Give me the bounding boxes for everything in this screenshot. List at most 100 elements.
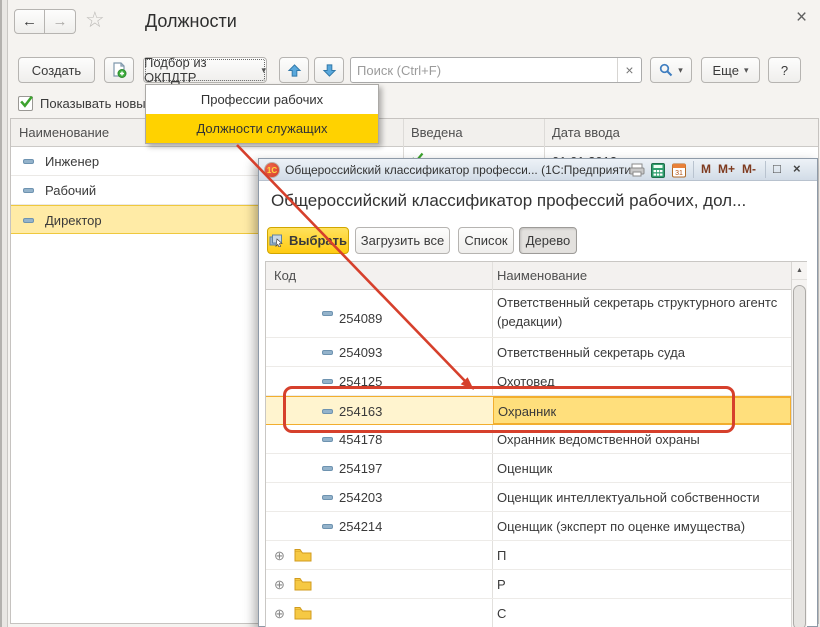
pick-dropdown-menu: Профессии рабочих Должности служащих: [145, 84, 379, 144]
1c-logo-icon: 1С: [264, 162, 280, 178]
code-cell: 254093: [339, 345, 382, 360]
column-header-introduced[interactable]: Введена: [411, 125, 463, 140]
calendar-icon[interactable]: 31: [672, 163, 686, 178]
classifier-group-row[interactable]: ⊕ П: [266, 541, 791, 570]
name-cell-line1: Ответственный секретарь структурного аге…: [497, 295, 777, 310]
group-name-cell: Р: [497, 577, 506, 592]
pick-from-okpdtr-button[interactable]: Подбор из ОКПДТР ▾: [143, 57, 267, 83]
search-icon: [659, 63, 673, 77]
list-view-button[interactable]: Список: [458, 227, 514, 254]
list-item-icon: [23, 188, 34, 193]
code-cell: 254203: [339, 490, 382, 505]
search-options-button[interactable]: ▾: [650, 57, 692, 83]
scroll-up-icon[interactable]: ▲: [792, 262, 807, 280]
column-header-name[interactable]: Наименование: [19, 125, 109, 140]
expand-icon[interactable]: ⊕: [274, 607, 285, 620]
list-item-icon: [23, 159, 34, 164]
dialog-heading: Общероссийский классификатор профессий р…: [271, 191, 746, 211]
menu-item-worker-professions[interactable]: Профессии рабочих: [146, 85, 378, 114]
position-name: Инженер: [45, 154, 99, 169]
classifier-row[interactable]: 254125 Охотовед: [266, 367, 791, 396]
column-header-name[interactable]: Наименование: [497, 268, 587, 283]
dropdown-caret-icon: ▾: [744, 65, 749, 76]
window-left-edge: [0, 0, 8, 627]
classifier-row[interactable]: 254214 Оценщик (эксперт по оценке имущес…: [266, 512, 791, 541]
move-up-button[interactable]: [279, 57, 309, 83]
classifier-group-row[interactable]: ⊕ Р: [266, 570, 791, 599]
back-button[interactable]: ←: [14, 9, 45, 34]
folder-icon: [294, 606, 312, 620]
code-cell: 254125: [339, 374, 382, 389]
menu-item-employee-positions[interactable]: Должности служащих: [146, 114, 378, 143]
position-name: Директор: [45, 213, 102, 228]
column-header-entry-date[interactable]: Дата ввода: [552, 125, 620, 140]
selected-name-cell: Охранник: [493, 397, 791, 424]
more-button[interactable]: Еще ▾: [701, 57, 760, 83]
dialog-title: Общероссийский классификатор професси...…: [285, 163, 642, 177]
show-predefined-checkbox[interactable]: [18, 96, 33, 111]
list-item-icon: [322, 409, 333, 414]
memory-minus-button[interactable]: M-: [742, 162, 756, 176]
list-view-label: Список: [464, 233, 507, 248]
dropdown-caret-icon: ▾: [678, 65, 683, 76]
classifier-group-row[interactable]: ⊕ С: [266, 599, 791, 627]
classifier-row[interactable]: 254089 Ответственный секретарь структурн…: [266, 290, 791, 338]
vertical-scrollbar[interactable]: ▲: [791, 262, 807, 627]
name-cell: Оценщик интеллектуальной собственности: [497, 490, 760, 505]
name-cell: Оценщик (эксперт по оценке имущества): [497, 519, 745, 534]
code-cell: 254197: [339, 461, 382, 476]
classifier-row[interactable]: 254093 Ответственный секретарь суда: [266, 338, 791, 367]
forward-icon: →: [53, 13, 68, 30]
page-title: Должности: [145, 11, 237, 32]
classifier-table: Код Наименование 254089 Ответственный се…: [265, 261, 807, 627]
name-cell: Охранник: [498, 404, 556, 419]
scrollbar-thumb[interactable]: [793, 285, 806, 627]
create-button-label: Создать: [32, 63, 81, 78]
select-button[interactable]: Выбрать: [267, 227, 349, 254]
titlebar-separator: [693, 161, 694, 178]
folder-icon: [294, 577, 312, 591]
search-clear-icon[interactable]: ×: [617, 58, 641, 82]
memory-button[interactable]: M: [701, 162, 711, 176]
maximize-icon[interactable]: □: [773, 161, 781, 176]
memory-plus-button[interactable]: M+: [718, 162, 735, 176]
name-cell: Оценщик: [497, 461, 552, 476]
classifier-row[interactable]: 454178 Охранник ведомственной охраны: [266, 425, 791, 454]
pick-from-okpdtr-label: Подбор из ОКПДТР: [144, 55, 256, 85]
expand-icon[interactable]: ⊕: [274, 549, 285, 562]
classifier-dialog: 1С Общероссийский классификатор професси…: [258, 158, 818, 627]
titlebar-separator: [765, 161, 766, 178]
dialog-titlebar[interactable]: 1С Общероссийский классификатор професси…: [259, 159, 817, 181]
group-name-cell: С: [497, 606, 506, 621]
load-all-button[interactable]: Загрузить все: [355, 227, 450, 254]
favorite-star-icon[interactable]: ☆: [85, 7, 105, 33]
help-button-label: ?: [781, 63, 788, 78]
list-item-icon: [322, 495, 333, 500]
select-button-label: Выбрать: [289, 233, 347, 248]
list-item-icon: [322, 311, 333, 316]
list-item-icon: [322, 350, 333, 355]
expand-icon[interactable]: ⊕: [274, 578, 285, 591]
calculator-icon[interactable]: [651, 163, 665, 178]
column-header-code[interactable]: Код: [274, 268, 296, 283]
forward-button[interactable]: →: [45, 9, 76, 34]
search-input[interactable]: [351, 63, 617, 78]
classifier-row[interactable]: 254203 Оценщик интеллектуальной собствен…: [266, 483, 791, 512]
positions-table-header: Наименование Введена Дата ввода: [11, 119, 818, 147]
create-copy-button[interactable]: [104, 57, 134, 83]
print-icon[interactable]: [629, 163, 645, 177]
help-button[interactable]: ?: [768, 57, 801, 83]
move-down-button[interactable]: [314, 57, 344, 83]
nav-history-group: ← →: [14, 9, 76, 34]
name-cell: Охранник ведомственной охраны: [497, 432, 700, 447]
create-button[interactable]: Создать: [18, 57, 95, 83]
dialog-close-icon[interactable]: ×: [793, 161, 801, 176]
form-close-icon[interactable]: ×: [796, 7, 807, 29]
code-cell: 254089: [339, 311, 382, 326]
classifier-row-selected[interactable]: 254163 Охранник: [266, 396, 791, 425]
group-name-cell: П: [497, 548, 506, 563]
classifier-row[interactable]: 254197 Оценщик: [266, 454, 791, 483]
load-all-label: Загрузить все: [361, 233, 444, 248]
tree-view-label: Дерево: [526, 233, 570, 248]
tree-view-button[interactable]: Дерево: [519, 227, 577, 254]
